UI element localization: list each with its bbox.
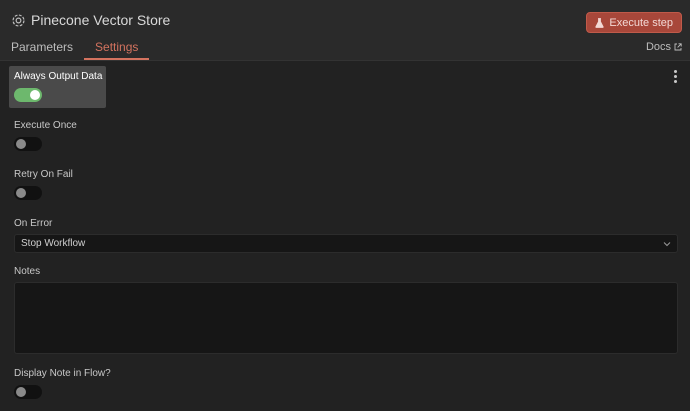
retry-on-fail-toggle[interactable]: [14, 186, 42, 200]
node-title: Pinecone Vector Store: [31, 12, 171, 28]
more-options-icon[interactable]: [674, 70, 677, 83]
always-output-toggle[interactable]: [14, 88, 42, 102]
docs-link[interactable]: Docs: [646, 41, 682, 53]
tab-bar: Parameters Settings: [0, 38, 150, 60]
always-output-label: Always Output Data: [14, 71, 103, 82]
execute-once-toggle[interactable]: [14, 137, 42, 151]
flask-icon: [595, 17, 605, 28]
tab-settings[interactable]: Settings: [84, 38, 150, 60]
tab-parameters[interactable]: Parameters: [0, 38, 84, 60]
docs-label: Docs: [645, 41, 671, 53]
display-note-label: Display Note in Flow?: [14, 368, 111, 379]
on-error-value: Stop Workflow: [21, 238, 86, 249]
retry-on-fail-label: Retry On Fail: [14, 169, 73, 180]
external-link-icon: [674, 43, 682, 51]
notes-label: Notes: [14, 266, 41, 277]
gear-node-icon: [12, 14, 25, 27]
on-error-label: On Error: [14, 218, 53, 229]
node-header: Pinecone Vector Store Execute step Param…: [0, 0, 690, 61]
on-error-select[interactable]: Stop Workflow: [14, 234, 678, 253]
notes-textarea[interactable]: [14, 282, 678, 354]
execute-step-button[interactable]: Execute step: [586, 12, 682, 33]
display-note-toggle[interactable]: [14, 385, 42, 399]
execute-once-label: Execute Once: [14, 120, 77, 131]
chevron-down-icon: [663, 242, 671, 247]
execute-step-label: Execute step: [609, 16, 673, 29]
